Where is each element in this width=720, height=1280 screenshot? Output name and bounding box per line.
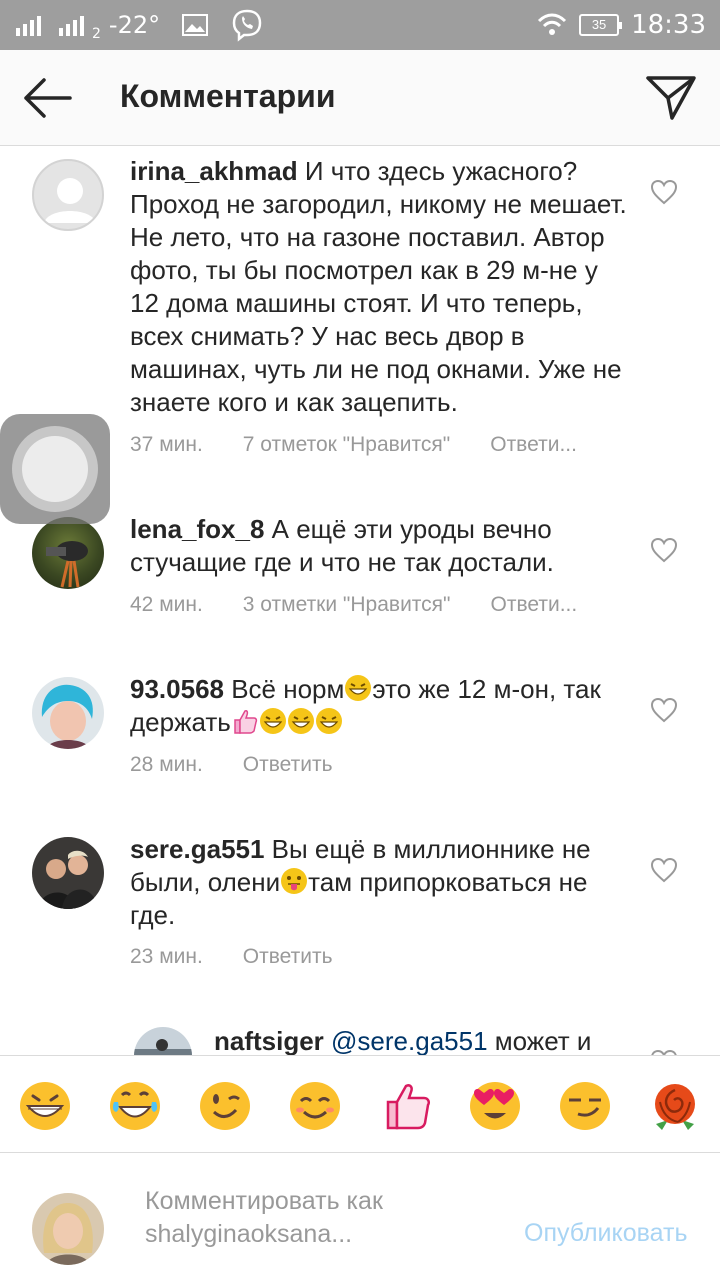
thumbs-up-icon <box>234 710 257 734</box>
signal-2-label: 2 <box>92 26 101 42</box>
thumbs-up-icon[interactable] <box>382 1080 436 1132</box>
winking-face-icon[interactable] <box>198 1080 252 1132</box>
emoji-bar <box>0 1055 720 1153</box>
avatar-image <box>134 1039 192 1055</box>
default-user-icon <box>44 178 96 223</box>
arrow-left-icon <box>24 78 72 118</box>
avatar-image <box>41 684 93 749</box>
heart-icon[interactable] <box>650 537 678 563</box>
comment-mention[interactable]: @sere.ga551 <box>324 1026 488 1055</box>
reply-comment-item: naftsiger @sere.ga551 может и <box>0 1019 720 1055</box>
avatar-image <box>38 850 98 909</box>
app-header: Комментарии <box>0 50 720 146</box>
avatar[interactable] <box>32 517 104 589</box>
reply-button[interactable]: Ответи... <box>491 593 578 617</box>
comment-text: sere.ga551 Вы ещё в миллионнике не были,… <box>130 833 630 932</box>
wifi-icon <box>538 13 567 35</box>
comment-text: naftsiger @sere.ga551 может и <box>214 1025 634 1055</box>
comment-likes[interactable]: 7 отметок "Нравится" <box>243 433 450 457</box>
comment-likes[interactable]: 3 отметки "Нравится" <box>243 593 451 617</box>
grinning-face-icon <box>259 708 286 734</box>
heart-eyes-face-icon[interactable] <box>468 1080 522 1132</box>
assistive-touch-center <box>22 436 88 502</box>
rose-icon[interactable] <box>648 1080 702 1132</box>
signal-icon-2 <box>59 14 84 36</box>
grinning-face-icon <box>315 708 342 734</box>
heart-icon[interactable] <box>650 179 678 205</box>
reply-button[interactable]: Ответить <box>243 753 333 777</box>
smiling-face-icon[interactable] <box>288 1080 342 1132</box>
status-bar: 2 -22° 35 18:33 <box>0 0 720 50</box>
reply-button[interactable]: Ответи... <box>490 433 577 457</box>
clock: 18:33 <box>631 10 706 40</box>
comment-list[interactable]: irina_akhmad И что здесь ужасного? Прохо… <box>0 147 720 1055</box>
comment-meta: 37 мин. 7 отметок "Нравится" Ответи... <box>130 433 617 457</box>
comment-time: 28 мин. <box>130 753 203 776</box>
tongue-face-icon <box>281 868 308 894</box>
comment-username[interactable]: sere.ga551 <box>130 834 264 864</box>
avatar[interactable] <box>32 837 104 909</box>
comment-content: может и <box>487 1026 592 1055</box>
grinning-face-icon[interactable] <box>18 1080 72 1132</box>
comment-username[interactable]: lena_fox_8 <box>130 514 264 544</box>
comment-item: lena_fox_8 А ещё эти уроды вечно стучащи… <box>0 505 720 645</box>
page-title: Комментарии <box>120 78 336 114</box>
comment-text: irina_akhmad И что здесь ужасного? Прохо… <box>130 155 630 419</box>
comment-item: sere.ga551 Вы ещё в миллионнике не были,… <box>0 825 720 995</box>
comment-meta: 23 мин. Ответить <box>130 945 373 969</box>
comment-time: 42 мин. <box>130 593 203 616</box>
comment-username[interactable]: irina_akhmad <box>130 156 298 186</box>
comment-text: 93.0568 Всё норм это же 12 м-он, так держ… <box>130 673 630 739</box>
avatar-image <box>43 1203 93 1265</box>
comment-username[interactable]: 93.0568 <box>130 674 224 704</box>
smirking-face-icon[interactable] <box>558 1080 612 1132</box>
comment-input[interactable]: Комментировать как shalyginaoksana... <box>145 1185 485 1251</box>
battery-icon: 35 <box>579 14 623 36</box>
grinning-face-icon <box>345 675 372 701</box>
comment-composer: Комментировать как shalyginaoksana... Оп… <box>0 1153 720 1280</box>
image-icon <box>182 14 209 36</box>
comment-meta: 42 мин. 3 отметки "Нравится" Ответи... <box>130 593 617 617</box>
tears-of-joy-face-icon[interactable] <box>108 1080 162 1132</box>
avatar[interactable] <box>32 159 104 231</box>
send-button[interactable] <box>644 72 698 124</box>
paper-plane-icon <box>646 76 696 120</box>
avatar[interactable] <box>32 677 104 749</box>
grinning-face-icon <box>287 708 314 734</box>
heart-icon[interactable] <box>650 857 678 883</box>
reply-button[interactable]: Ответить <box>243 945 333 969</box>
publish-button[interactable]: Опубликовать <box>524 1219 687 1248</box>
signal-icon <box>16 14 41 36</box>
comment-time: 23 мин. <box>130 945 203 968</box>
comment-content: Всё норм <box>223 674 345 704</box>
assistive-touch-button[interactable] <box>0 414 110 524</box>
back-button[interactable] <box>20 74 76 122</box>
heart-icon[interactable] <box>650 697 678 723</box>
comment-text: lena_fox_8 А ещё эти уроды вечно стучащи… <box>130 513 630 579</box>
avatar[interactable] <box>134 1027 192 1055</box>
current-user-avatar <box>32 1193 104 1265</box>
comment-item: 93.0568 Всё норм это же 12 м-он, так держ… <box>0 665 720 805</box>
avatar-image <box>46 541 88 588</box>
comment-content: И что здесь ужасного? Проход не загороди… <box>130 156 627 417</box>
comment-meta: 28 мин. Ответить <box>130 753 373 777</box>
comment-username[interactable]: naftsiger <box>214 1026 324 1055</box>
temperature-label: -22° <box>108 11 161 39</box>
comment-time: 37 мин. <box>130 433 203 456</box>
viber-icon <box>232 9 262 42</box>
